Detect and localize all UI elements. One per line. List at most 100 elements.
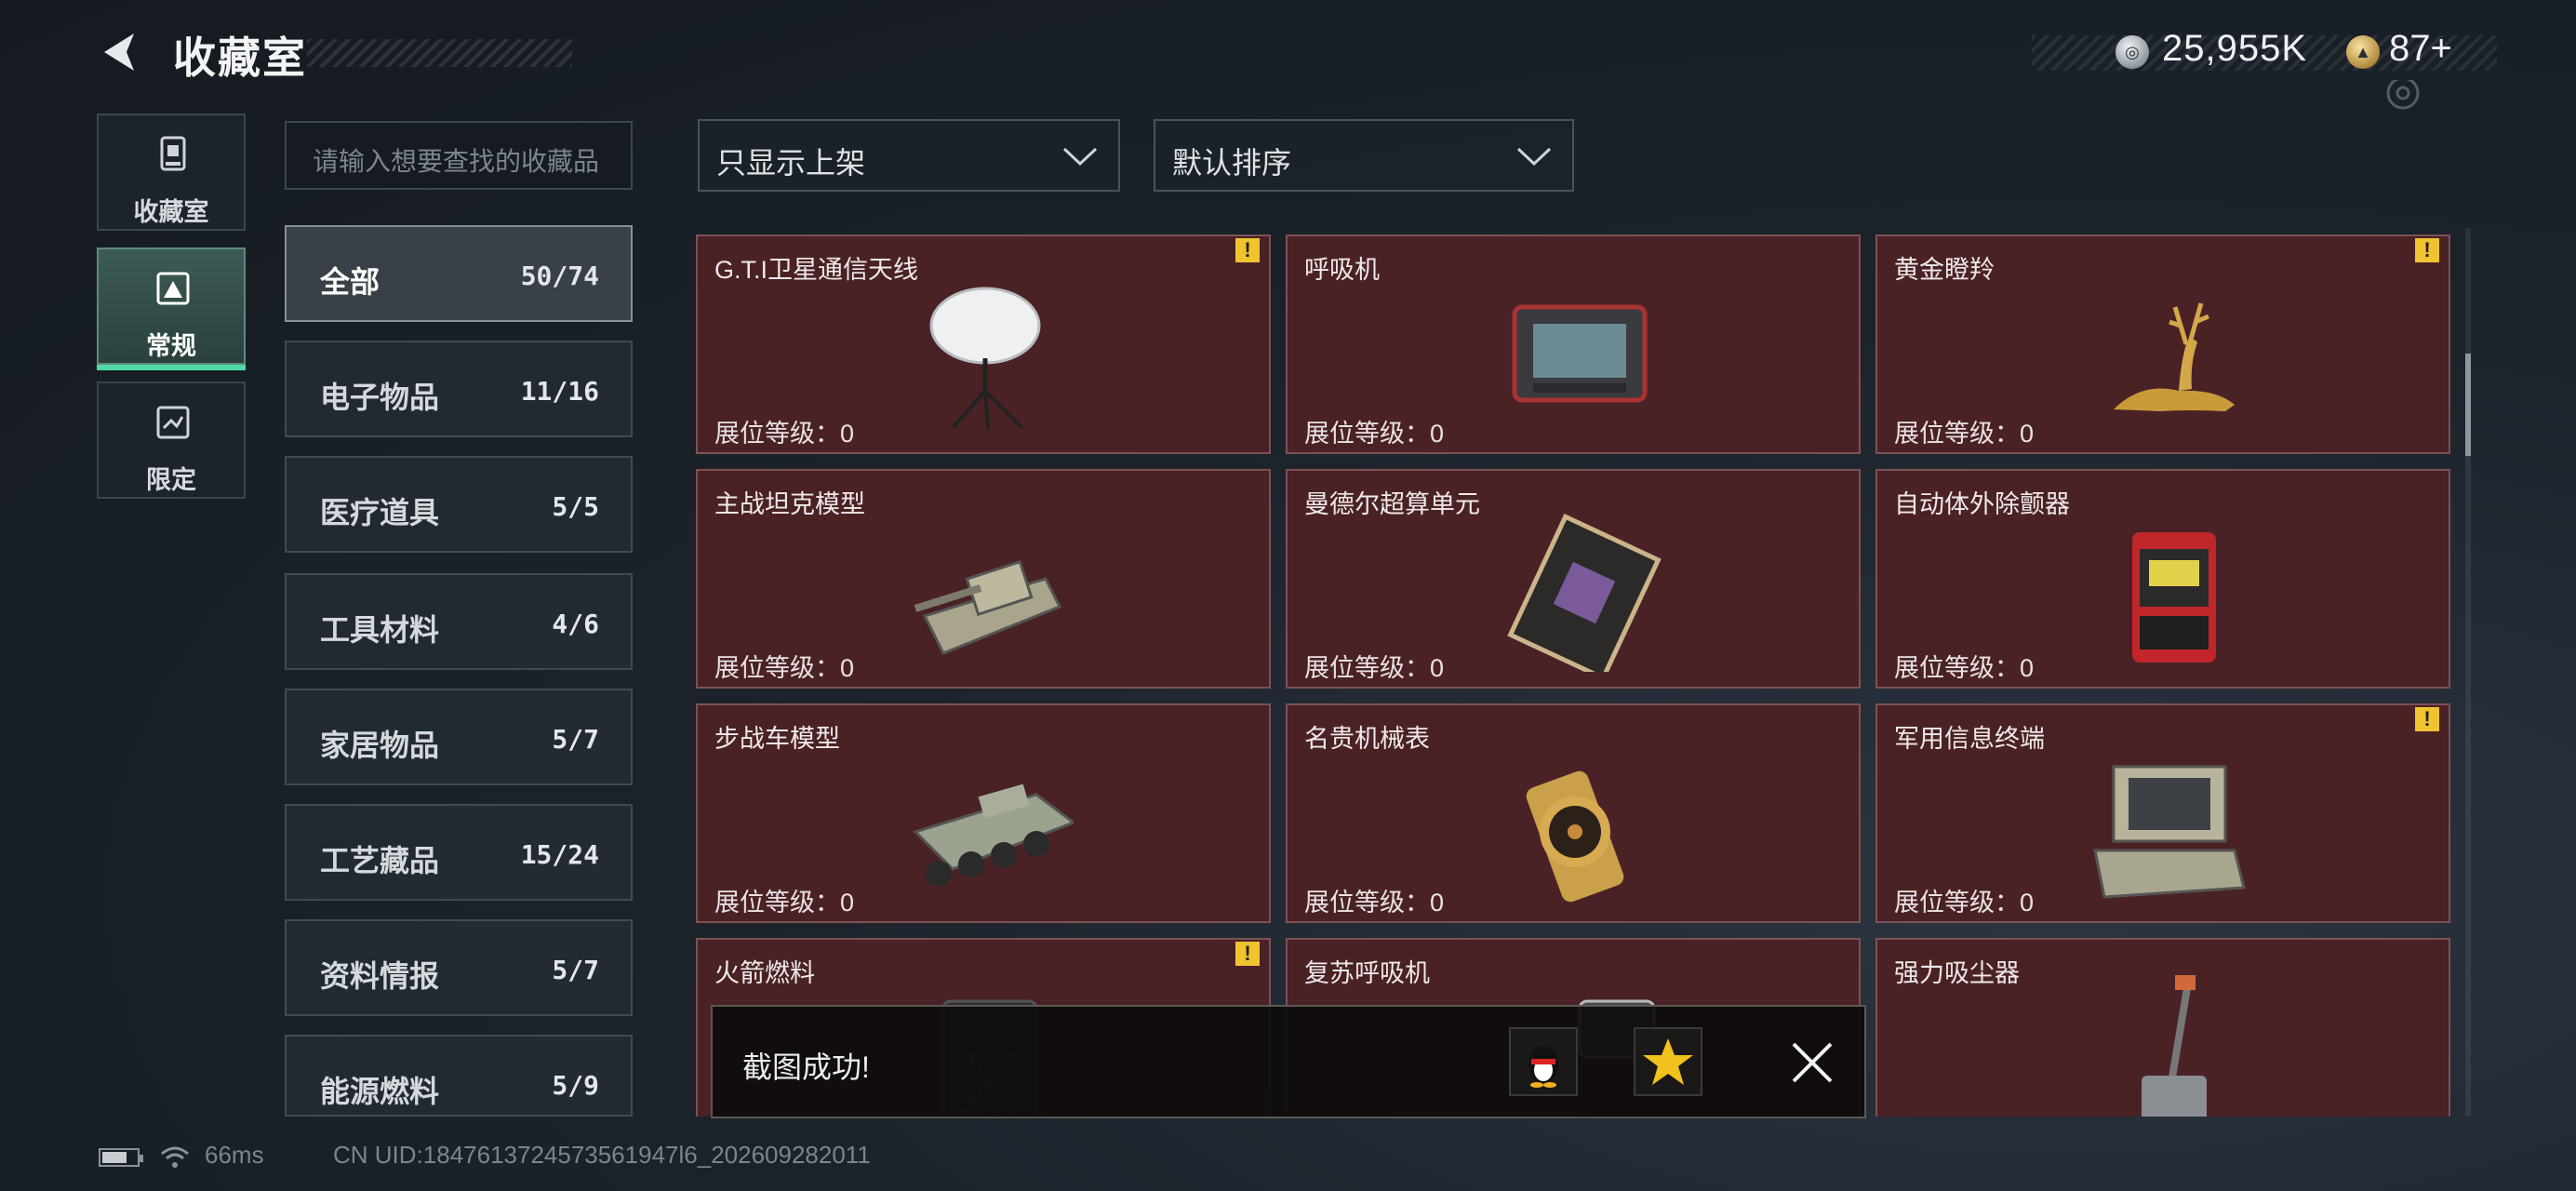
item-card[interactable]: 步战车模型 展位等级：0 <box>696 703 1271 923</box>
sort-label: 默认排序 <box>1172 146 1292 180</box>
item-card[interactable]: 强力吸尘器 <box>1875 938 2450 1117</box>
target-icon <box>2386 80 2420 110</box>
qq-penguin-icon <box>1528 1046 1558 1088</box>
category-label: 能源燃料 <box>320 1075 440 1108</box>
wifi-icon <box>161 1146 189 1168</box>
share-qzone-button[interactable] <box>1634 1027 1702 1096</box>
item-card[interactable]: G.T.I卫星通信天线 ! 展位等级：0 <box>696 234 1271 454</box>
title-decoration <box>307 39 572 67</box>
regular-items-icon <box>156 272 190 305</box>
category-label: 工艺藏品 <box>320 844 440 877</box>
item-level: 展位等级：0 <box>714 889 855 917</box>
warning-icon: ! <box>2415 707 2439 731</box>
category-count: 5/7 <box>552 955 599 985</box>
search-input[interactable]: 请输入想要查找的收藏品 <box>285 121 633 190</box>
category-household[interactable]: 家居物品 5/7 <box>285 689 633 785</box>
category-count: 5/5 <box>552 491 599 522</box>
tank-model-icon <box>914 559 1062 655</box>
chevron-down-icon <box>1062 147 1098 167</box>
chevron-down-icon <box>1516 147 1552 167</box>
category-label: 资料情报 <box>320 959 440 993</box>
item-level: 展位等级：0 <box>1894 889 2035 917</box>
tab-label: 常规 <box>146 332 196 360</box>
warning-icon: ! <box>1235 238 1260 262</box>
item-name: 强力吸尘器 <box>1894 959 2020 987</box>
tab-limited[interactable]: 限定 <box>97 381 246 499</box>
battery-icon <box>99 1148 143 1167</box>
category-electronics[interactable]: 电子物品 11/16 <box>285 341 633 437</box>
item-card[interactable]: 黄金瞪羚 ! 展位等级：0 <box>1875 234 2450 454</box>
header-bar: 收藏室 ◎ 25,955K ▲ 87+ <box>0 0 2576 112</box>
item-name: 呼吸机 <box>1304 256 1380 284</box>
item-level: 展位等级：0 <box>1304 420 1445 448</box>
golden-gazelle-icon <box>2114 302 2235 411</box>
item-name: 主战坦克模型 <box>714 490 865 518</box>
category-tools[interactable]: 工具材料 4/6 <box>285 573 633 670</box>
item-level: 展位等级：0 <box>1304 889 1445 917</box>
category-all[interactable]: 全部 50/74 <box>285 225 633 322</box>
scrollbar-thumb[interactable] <box>2465 354 2471 456</box>
tab-collection-room[interactable]: 收藏室 <box>97 114 246 231</box>
satellite-dish-icon <box>929 287 1041 431</box>
collection-grid: G.T.I卫星通信天线 ! 展位等级：0 呼吸机 展位等级：0 黄金瞪羚 ! 展… <box>696 231 2452 1117</box>
supercomputer-unit-icon <box>1507 513 1662 672</box>
item-card[interactable]: 主战坦克模型 展位等级：0 <box>696 469 1271 689</box>
item-name: 火箭燃料 <box>714 959 815 987</box>
gold-coin-icon: ▲ <box>2346 35 2380 69</box>
tab-label: 收藏室 <box>133 198 209 226</box>
close-icon[interactable] <box>1782 1033 1842 1092</box>
item-card[interactable]: 自动体外除颤器 展位等级：0 <box>1875 469 2450 689</box>
category-count: 50/74 <box>520 261 599 291</box>
warning-icon: ! <box>2415 238 2439 262</box>
toast-message: 截图成功! <box>742 1050 870 1084</box>
item-name: 自动体外除颤器 <box>1894 490 2070 518</box>
item-level: 展位等级：0 <box>1894 654 2035 682</box>
item-level: 展位等级：0 <box>1304 654 1445 682</box>
category-label: 全部 <box>320 265 380 299</box>
luxury-watch-icon <box>1526 770 1624 903</box>
share-qq-button[interactable] <box>1509 1027 1578 1096</box>
silver-coin-icon: ◎ <box>2116 35 2149 69</box>
tab-regular[interactable]: 常规 <box>97 248 246 370</box>
back-arrow-icon[interactable] <box>97 28 145 76</box>
collection-room-icon <box>160 136 186 171</box>
ifv-model-icon <box>913 783 1074 887</box>
category-intel[interactable]: 资料情报 5/7 <box>285 919 633 1016</box>
category-count: 5/7 <box>552 724 599 755</box>
item-card[interactable]: 曼德尔超算单元 展位等级：0 <box>1286 469 1861 689</box>
search-placeholder: 请输入想要查找的收藏品 <box>313 147 600 176</box>
tab-label: 限定 <box>146 466 196 494</box>
vacuum-cleaner-icon <box>2142 975 2207 1117</box>
qzone-star-icon <box>1643 1038 1693 1085</box>
category-label: 工具材料 <box>320 613 440 647</box>
item-card[interactable]: 军用信息终端 ! 展位等级：0 <box>1875 703 2450 923</box>
item-level: 展位等级：0 <box>714 654 855 682</box>
item-name: 曼德尔超算单元 <box>1304 490 1480 518</box>
category-label: 家居物品 <box>320 729 440 762</box>
item-level: 展位等级：0 <box>714 420 855 448</box>
shelf-filter-label: 只显示上架 <box>716 146 866 180</box>
item-name: 步战车模型 <box>714 725 840 753</box>
category-label: 电子物品 <box>320 381 440 414</box>
page-title: 收藏室 <box>173 33 307 82</box>
ping-latency: 66ms <box>205 1141 264 1169</box>
item-card[interactable]: 呼吸机 展位等级：0 <box>1286 234 1861 454</box>
ventilator-icon <box>1512 304 1648 403</box>
category-count: 4/6 <box>552 609 599 639</box>
category-label: 医疗道具 <box>320 496 440 529</box>
category-count: 15/24 <box>520 839 599 870</box>
limited-items-icon <box>156 406 190 439</box>
shelf-filter-dropdown[interactable]: 只显示上架 <box>698 119 1120 192</box>
silver-currency-value: 25,955K <box>2162 28 2308 69</box>
item-card[interactable]: 名贵机械表 展位等级：0 <box>1286 703 1861 923</box>
category-energy[interactable]: 能源燃料 5/9 <box>285 1035 633 1117</box>
category-count: 11/16 <box>520 376 599 407</box>
sort-dropdown[interactable]: 默认排序 <box>1154 119 1574 192</box>
category-medical[interactable]: 医疗道具 5/5 <box>285 456 633 553</box>
defibrillator-icon <box>2132 532 2216 662</box>
item-name: 名贵机械表 <box>1304 725 1430 753</box>
warning-icon: ! <box>1235 942 1260 966</box>
category-crafts[interactable]: 工艺藏品 15/24 <box>285 804 633 901</box>
gold-currency-value: 87+ <box>2389 28 2452 69</box>
item-name: 军用信息终端 <box>1894 725 2045 753</box>
